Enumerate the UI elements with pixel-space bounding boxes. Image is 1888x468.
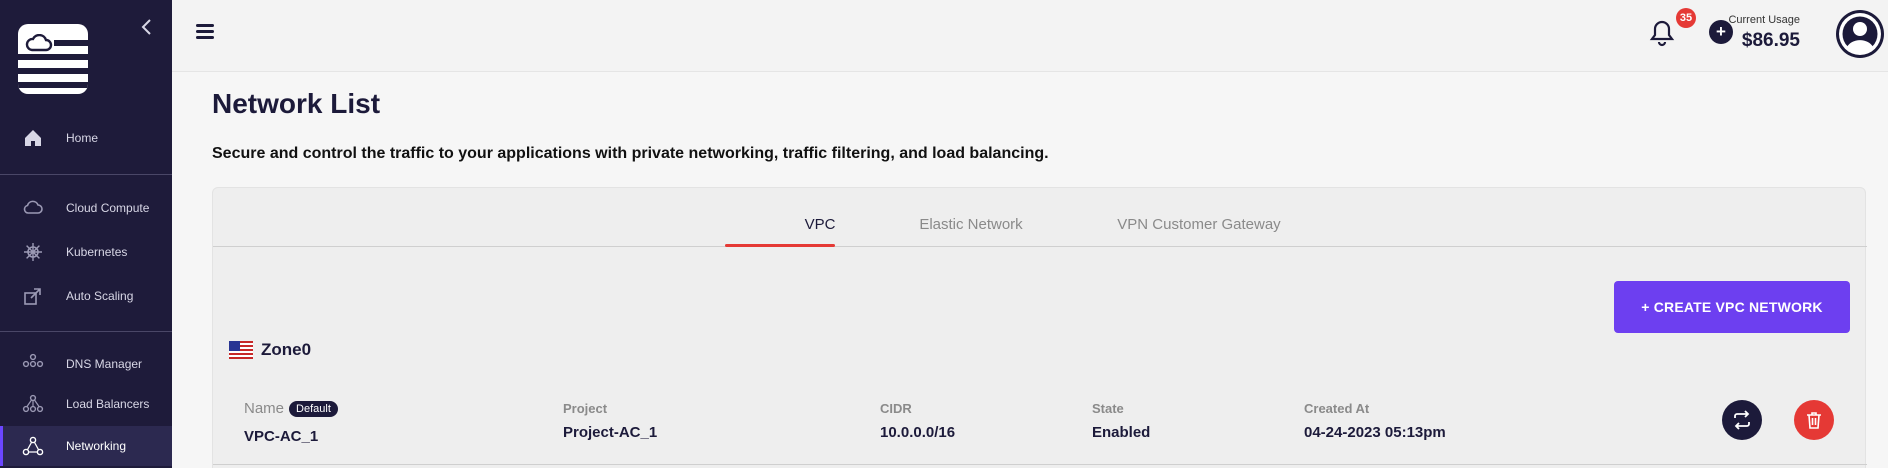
name-column-label: Name Default [244, 400, 338, 417]
swap-icon [1734, 410, 1750, 430]
tab-vpc[interactable]: VPC [765, 216, 875, 233]
cloud-logo-icon [25, 34, 53, 52]
sidebar-item-dns-manager[interactable]: DNS Manager [0, 346, 172, 382]
active-tab-indicator [725, 244, 835, 247]
create-vpc-network-button[interactable]: + CREATE VPC NETWORK [1614, 281, 1850, 333]
switch-network-button[interactable] [1722, 400, 1762, 440]
sidebar-item-kubernetes[interactable]: Kubernetes [0, 234, 172, 270]
user-avatar-icon[interactable] [1836, 10, 1884, 58]
tabs-divider [213, 246, 1867, 247]
helm-icon [22, 241, 44, 263]
sidebar-item-label: Kubernetes [66, 245, 128, 259]
name-label-text: Name [244, 400, 285, 417]
sidebar-item-label: Auto Scaling [66, 289, 134, 303]
sidebar-item-label: Cloud Compute [66, 201, 150, 215]
cidr-value: 10.0.0.0/16 [880, 424, 956, 441]
sidebar-item-label: Home [66, 131, 99, 145]
cloud-icon [22, 197, 44, 219]
sidebar-item-auto-scaling[interactable]: Auto Scaling [0, 278, 172, 314]
state-value: Enabled [1092, 424, 1151, 441]
dns-icon [22, 353, 44, 375]
current-usage-label: Current Usage [1728, 14, 1800, 26]
row-divider [213, 464, 1867, 465]
state-column-label: State [1092, 401, 1124, 416]
trash-icon [1807, 412, 1821, 429]
sidebar: Home Cloud Compute Kubernetes Auto Scali… [0, 0, 172, 468]
brand-logo[interactable] [18, 24, 88, 94]
notification-count-badge: 35 [1676, 8, 1696, 28]
project-column-label: Project [563, 401, 608, 416]
created-at-column-label: Created At [1304, 401, 1370, 416]
menu-icon[interactable] [196, 22, 216, 40]
sidebar-item-label: Networking [66, 439, 127, 453]
network-icon [22, 435, 44, 457]
page-description: Secure and control the traffic to your a… [212, 145, 1049, 162]
vpc-name-value[interactable]: VPC-AC_1 [244, 428, 318, 445]
scale-icon [22, 285, 44, 307]
tab-vpn-customer-gateway[interactable]: VPN Customer Gateway [1098, 216, 1300, 233]
sidebar-item-networking[interactable]: Networking [0, 426, 172, 466]
sidebar-item-label: Load Balancers [66, 397, 150, 411]
top-header: 35 + Current Usage $86.95 [172, 0, 1888, 72]
notification-bell-icon[interactable] [1648, 18, 1676, 48]
home-icon [22, 127, 44, 149]
network-card: VPC Elastic Network VPN Customer Gateway… [212, 187, 1867, 468]
delete-network-button[interactable] [1794, 400, 1834, 440]
sidebar-item-home[interactable]: Home [0, 120, 172, 156]
collapse-sidebar-icon[interactable] [138, 16, 156, 38]
tab-elastic-network[interactable]: Elastic Network [895, 216, 1047, 233]
sidebar-item-cloud-compute[interactable]: Cloud Compute [0, 190, 172, 226]
page-title: Network List [212, 88, 381, 119]
cidr-column-label: CIDR [880, 401, 912, 416]
sidebar-item-load-balancers[interactable]: Load Balancers [0, 386, 172, 422]
zone-header: Zone0 [229, 340, 311, 360]
zone-name: Zone0 [261, 340, 312, 359]
sidebar-item-label: DNS Manager [66, 357, 143, 371]
us-flag-icon [229, 341, 253, 359]
load-balancer-icon [22, 393, 44, 415]
default-badge: Default [289, 400, 338, 417]
created-at-value: 04-24-2023 05:13pm [1304, 424, 1446, 441]
current-usage-value: $86.95 [1741, 30, 1800, 51]
project-value: Project-AC_1 [563, 424, 658, 441]
